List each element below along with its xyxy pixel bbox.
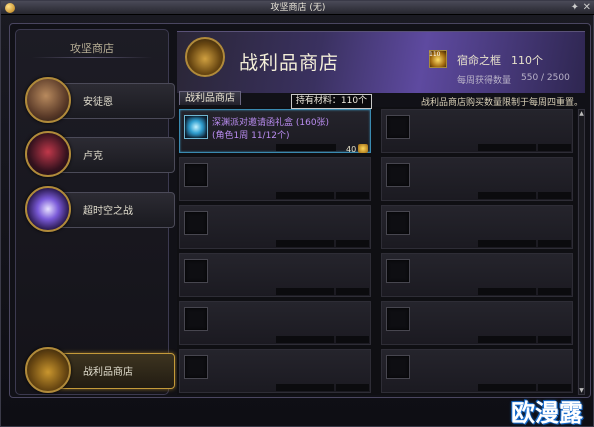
shop-title: 战利品商店 — [239, 52, 340, 74]
sidebar-item-anton[interactable]: 安徒恩 — [25, 77, 177, 123]
slot-bar — [276, 240, 334, 247]
sidebar-item-label: 卢克 — [83, 151, 103, 162]
close-icon[interactable]: ✕ — [583, 1, 591, 15]
empty-slot-icon — [184, 307, 208, 331]
empty-slot[interactable] — [179, 301, 371, 345]
empty-slot[interactable] — [179, 349, 371, 393]
sidebar-header: 攻坚商店 — [70, 42, 114, 55]
currency-name: 宿命之框 — [457, 54, 501, 67]
currency-badge: 110 — [429, 51, 441, 58]
slot-bar — [478, 336, 536, 343]
slot-bar — [336, 192, 369, 199]
window-title: 攻坚商店 (无) — [270, 3, 326, 13]
loot-chest-portrait-icon — [25, 347, 71, 393]
empty-slot-icon — [184, 211, 208, 235]
empty-slot-icon — [386, 259, 410, 283]
empty-slot[interactable] — [381, 253, 573, 297]
luke-portrait-icon — [25, 131, 71, 177]
slot-bar — [276, 336, 334, 343]
slot-bar — [538, 192, 571, 199]
sidebar-item-time-space-war[interactable]: 超时空之战 — [25, 186, 177, 232]
sidebar-item-luke[interactable]: 卢克 — [25, 131, 177, 177]
pin-icon[interactable]: ✦ — [571, 1, 579, 15]
shop-item[interactable]: 深渊派对邀请函礼盒 (160张) (角色1周 11/12个) 40 — [179, 109, 371, 154]
watermark: 欧漫露 — [511, 399, 583, 427]
item-scrollbar[interactable]: ▲ ▼ — [578, 109, 585, 395]
currency-amount: 110个 — [511, 54, 543, 67]
slot-bar — [478, 384, 536, 391]
slot-bar — [276, 192, 334, 199]
time-space-portrait-icon — [25, 186, 71, 232]
empty-slot-icon — [184, 163, 208, 187]
sidebar-item-label: 安徒恩 — [83, 97, 113, 108]
empty-slot[interactable] — [179, 205, 371, 249]
scroll-up-icon[interactable]: ▲ — [579, 110, 584, 117]
empty-slot-icon — [386, 211, 410, 235]
tab-loot-shop[interactable]: 战利品商店 — [179, 91, 241, 105]
slot-bar — [538, 336, 571, 343]
slot-bar — [538, 240, 571, 247]
slot-bar — [538, 288, 571, 295]
empty-slot[interactable] — [381, 109, 573, 153]
empty-slot-icon — [386, 355, 410, 379]
sidebar-divider — [32, 57, 152, 58]
slot-bar — [478, 288, 536, 295]
item-grid: 深渊派对邀请函礼盒 (160张) (角色1周 11/12个) 40 — [177, 107, 577, 395]
slot-bar — [276, 384, 334, 391]
slot-bar — [336, 288, 369, 295]
materials-tooltip: 持有材料：110个 — [291, 94, 372, 109]
slot-bar — [336, 336, 369, 343]
empty-slot[interactable] — [179, 157, 371, 201]
anton-portrait-icon — [25, 77, 71, 123]
weekly-limit-label: 每周获得数量 — [457, 76, 512, 86]
empty-slot-icon — [386, 307, 410, 331]
shop-banner: 战利品商店 110 宿命之框 110个 每周获得数量 550 / 2500 — [177, 31, 585, 93]
sidebar-item-label: 超时空之战 — [83, 206, 133, 217]
slot-bar — [538, 384, 571, 391]
empty-slot-icon — [386, 115, 410, 139]
sidebar-item-label: 战利品商店 — [83, 367, 133, 378]
slot-bar — [538, 144, 571, 151]
empty-slot[interactable] — [179, 253, 371, 297]
loot-chest-emblem-icon — [185, 37, 225, 77]
shop-window: 攻坚商店 (无) ✦ ✕ 攻坚商店 安徒恩 卢克 超时空之战 战利品商店 战利品… — [0, 0, 594, 427]
item-name: 深渊派对邀请函礼盒 (160张) — [212, 118, 330, 128]
item-bar — [276, 144, 336, 151]
empty-slot-icon — [386, 163, 410, 187]
sidebar-item-loot-shop[interactable]: 战利品商店 — [25, 347, 177, 393]
empty-slot-icon — [184, 355, 208, 379]
empty-slot-icon — [184, 259, 208, 283]
slot-bar — [478, 240, 536, 247]
slot-bar — [276, 288, 334, 295]
coin-icon — [358, 144, 368, 153]
slot-bar — [336, 240, 369, 247]
gift-box-icon — [184, 115, 208, 139]
slot-bar — [336, 384, 369, 391]
item-limit: (角色1周 11/12个) — [212, 131, 290, 141]
empty-slot[interactable] — [381, 205, 573, 249]
item-price: 40 — [346, 145, 357, 154]
empty-slot[interactable] — [381, 301, 573, 345]
empty-slot[interactable] — [381, 157, 573, 201]
slot-bar — [478, 144, 536, 151]
titlebar: 攻坚商店 (无) ✦ ✕ — [1, 1, 594, 15]
slot-bar — [478, 192, 536, 199]
empty-slot[interactable] — [381, 349, 573, 393]
weekly-limit-value: 550 / 2500 — [521, 73, 570, 83]
